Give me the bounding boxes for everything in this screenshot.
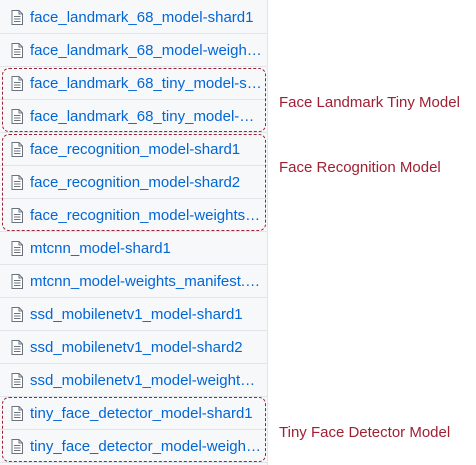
file-icon [11,340,23,355]
file-name-link[interactable]: mtcnn_model-weights_manifest.json [30,273,262,290]
file-row[interactable]: ssd_mobilenetv1_model-shard2 [0,331,267,364]
file-icon [11,43,23,58]
file-icon [11,373,23,388]
file-icon [11,10,23,25]
group-label-tiny-face-detector: Tiny Face Detector Model [279,424,451,441]
file-name-link[interactable]: face_landmark_68_model-shard1 [30,9,262,26]
file-row[interactable]: ssd_mobilenetv1_model-weights_manifest.j… [0,364,267,397]
file-row[interactable]: face_landmark_68_model-shard1 [0,1,267,34]
file-row[interactable]: mtcnn_model-shard1 [0,232,267,265]
file-name-link[interactable]: ssd_mobilenetv1_model-weights_manifest.j… [30,372,262,389]
file-name-link[interactable]: ssd_mobilenetv1_model-shard2 [30,339,262,356]
group-label-face-landmark-tiny: Face Landmark Tiny Model [279,94,460,111]
file-icon [11,274,23,289]
group-box-tiny-face-detector [2,397,266,462]
file-icon [11,241,23,256]
group-box-face-landmark-tiny [2,68,266,132]
file-name-link[interactable]: ssd_mobilenetv1_model-shard1 [30,306,262,323]
file-row[interactable]: ssd_mobilenetv1_model-shard1 [0,298,267,331]
file-row[interactable]: mtcnn_model-weights_manifest.json [0,265,267,298]
file-row[interactable]: face_landmark_68_model-weights_manifest.… [0,34,267,67]
group-label-face-recognition: Face Recognition Model [279,159,441,176]
file-icon [11,307,23,322]
file-name-link[interactable]: mtcnn_model-shard1 [30,240,262,257]
file-name-link[interactable]: face_landmark_68_model-weights_manifest.… [30,42,262,59]
group-box-face-recognition [2,134,266,231]
